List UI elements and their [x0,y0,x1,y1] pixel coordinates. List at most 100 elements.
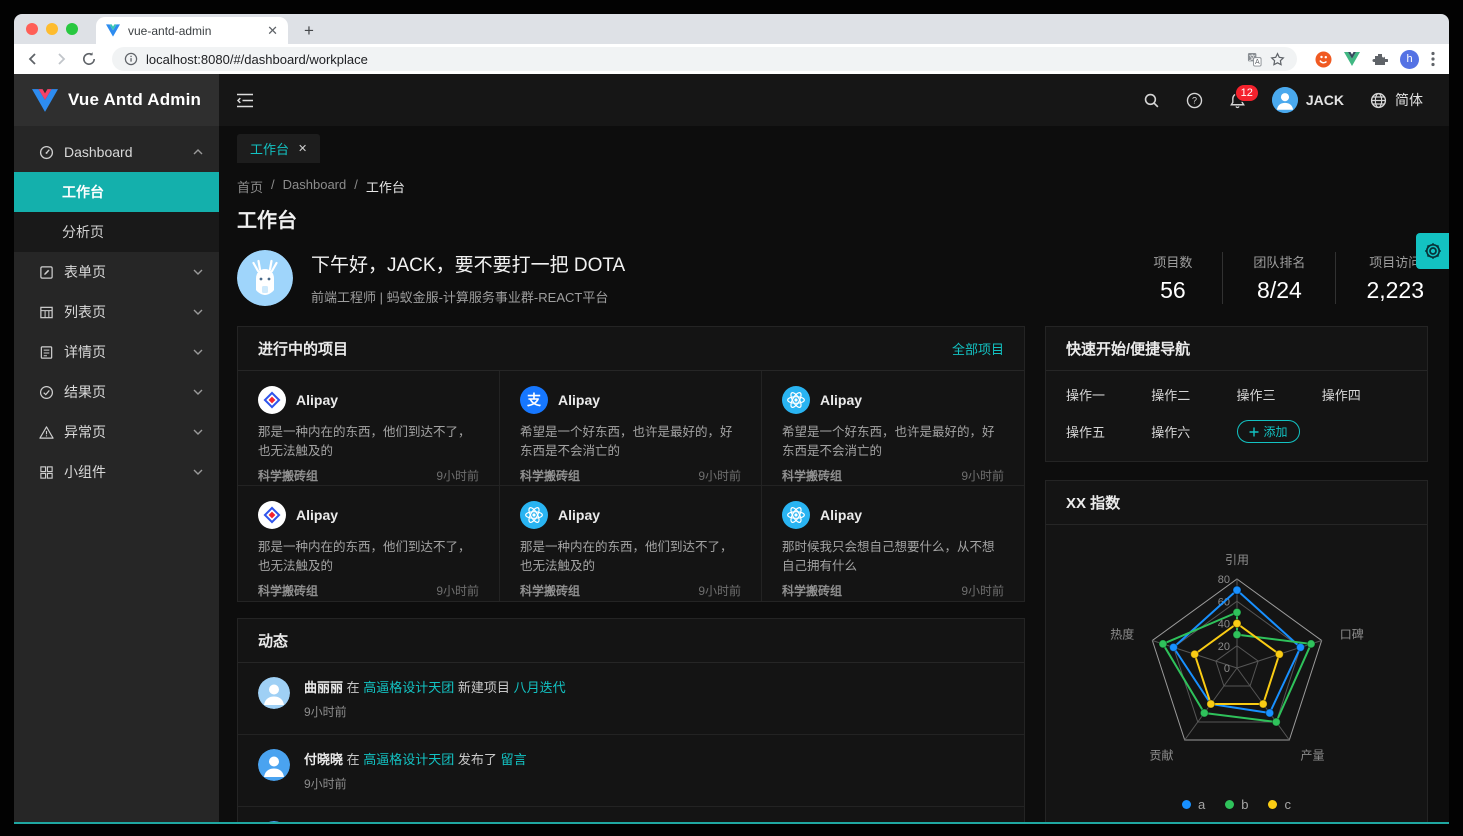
extensions-puzzle-icon[interactable] [1372,51,1388,67]
project-card[interactable]: Alipay 希望是一个好东西，也许是最好的，好东西是不会消亡的 科学搬砖组9小… [762,371,1024,486]
tab-close-icon[interactable]: ✕ [298,142,307,155]
quick-link[interactable]: 操作一 [1066,385,1151,404]
project-title[interactable]: Alipay [820,507,862,523]
search-button[interactable] [1143,92,1160,109]
add-button[interactable]: 添加 [1237,420,1300,443]
sidebar-fold-button[interactable] [219,74,271,126]
user-avatar [1272,87,1298,113]
browser-profile-avatar[interactable]: h [1400,50,1419,69]
user-name: JACK [1306,92,1344,108]
project-desc: 希望是一个好东西，也许是最好的，好东西是不会消亡的 [782,423,1004,461]
sidebar-item-details[interactable]: 详情页 [14,332,219,372]
help-button[interactable]: ? [1186,92,1203,109]
svg-text:80: 80 [1218,574,1230,586]
sidebar-item-results[interactable]: 结果页 [14,372,219,412]
user-menu[interactable]: JACK [1272,87,1344,113]
project-card[interactable]: Alipay 那是一种内在的东西，他们到达不了，也无法触及的 科学搬砖组9小时前 [500,486,762,601]
project-group-link[interactable]: 科学搬砖组 [520,467,580,484]
stat-value: 56 [1153,277,1192,304]
reload-icon[interactable] [80,50,98,68]
activity-target-link[interactable]: 留言 [501,752,527,767]
react-icon [782,501,810,529]
project-group-link[interactable]: 科学搬砖组 [782,582,842,599]
stat-label: 团队排名 [1253,252,1305,271]
sidebar-item-dashboard[interactable]: Dashboard [14,132,219,172]
stat-projects: 项目数 56 [1123,252,1222,304]
quick-link[interactable]: 操作二 [1151,385,1236,404]
browser-urlbar: localhost:8080/#/dashboard/workplace 文A [14,44,1449,74]
project-card[interactable]: Alipay 那是一种内在的东西，他们到达不了，也无法触及的 科学搬砖组9小时前 [238,371,500,486]
notification-badge: 12 [1235,84,1259,102]
project-title[interactable]: Alipay [558,507,600,523]
sidebar-item-workplace[interactable]: 工作台 [14,172,219,212]
site-info-icon[interactable] [124,52,138,66]
vue-devtools-icon[interactable] [1344,52,1360,66]
user-deer-avatar [237,250,293,306]
activity-user[interactable]: 付晓晓 [304,752,343,767]
quick-link[interactable]: 操作六 [1151,422,1236,441]
new-tab-button[interactable]: + [296,18,322,44]
bookmark-star-icon[interactable] [1270,52,1285,67]
sidebar-item-widgets[interactable]: 小组件 [14,452,219,492]
sidebar-item-exceptions[interactable]: 异常页 [14,412,219,452]
page-tab-workplace[interactable]: 工作台 ✕ [237,134,320,163]
sidebar-item-analysis[interactable]: 分析页 [14,212,219,252]
project-title[interactable]: Alipay [820,392,862,408]
extension-orange-icon[interactable] [1315,51,1332,68]
tab-close-icon[interactable]: ✕ [267,24,278,37]
language-switcher[interactable]: 简体 [1370,90,1423,110]
project-card[interactable]: Alipay 那是一种内在的东西，他们到达不了，也无法触及的 科学搬砖组9小时前 [238,486,500,601]
project-group-link[interactable]: 科学搬砖组 [782,467,842,484]
notifications-button[interactable]: 12 [1229,92,1246,109]
breadcrumb-dashboard[interactable]: Dashboard [283,177,347,196]
activity-target-link[interactable]: 八月迭代 [514,680,566,695]
legend-item-a[interactable]: a [1182,797,1205,812]
forward-icon[interactable] [52,50,70,68]
project-card[interactable]: Alipay 那时候我只会想自己想要什么，从不想自己拥有什么 科学搬砖组9小时前 [762,486,1024,601]
browser-menu-kebab-icon[interactable] [1431,51,1435,67]
close-window-button[interactable] [26,23,38,35]
project-title[interactable]: Alipay [296,507,338,523]
project-title[interactable]: Alipay [558,392,600,408]
maximize-window-button[interactable] [66,23,78,35]
activity-avatar [258,821,290,822]
chevron-down-icon [193,389,203,395]
settings-drawer-button[interactable] [1416,233,1449,269]
stat-team-rank: 团队排名 8/24 [1222,252,1335,304]
quick-link[interactable]: 操作三 [1237,385,1322,404]
chevron-up-icon [193,149,203,155]
stat-value: 2,223 [1366,277,1424,304]
url-input[interactable]: localhost:8080/#/dashboard/workplace 文A [112,47,1297,71]
legend-item-c[interactable]: c [1268,797,1291,812]
radar-title: XX 指数 [1066,492,1120,513]
right-column: 快速开始/便捷导航 操作一 操作二 操作三 操作四 操作五 操作六 [1045,326,1428,822]
language-label: 简体 [1395,90,1423,110]
browser-tab[interactable]: vue-antd-admin ✕ [96,17,288,44]
project-desc: 那是一种内在的东西，他们到达不了，也无法触及的 [258,423,479,461]
activity-card: 动态 曲丽丽 在 [237,618,1025,822]
sidebar-item-lists[interactable]: 列表页 [14,292,219,332]
project-title[interactable]: Alipay [296,392,338,408]
project-group-link[interactable]: 科学搬砖组 [258,467,318,484]
activity-time: 9小时前 [304,775,527,792]
sidebar-item-forms[interactable]: 表单页 [14,252,219,292]
brand-logo[interactable]: Vue Antd Admin [14,74,219,126]
activity-group-link[interactable]: 高逼格设计天团 [363,752,454,767]
translate-icon[interactable]: 文A [1247,52,1262,67]
minimize-window-button[interactable] [46,23,58,35]
legend-item-b[interactable]: b [1225,797,1248,812]
project-group-link[interactable]: 科学搬砖组 [258,582,318,599]
quick-link[interactable]: 操作四 [1322,385,1407,404]
quick-link[interactable]: 操作五 [1066,422,1151,441]
project-card[interactable]: 支Alipay 希望是一个好东西，也许是最好的，好东西是不会消亡的 科学搬砖组9… [500,371,762,486]
project-group-link[interactable]: 科学搬砖组 [520,582,580,599]
activity-user[interactable]: 曲丽丽 [304,680,343,695]
gear-icon [1423,241,1443,261]
view-all-projects-link[interactable]: 全部项目 [952,339,1004,358]
back-icon[interactable] [24,50,42,68]
warning-icon [38,424,54,440]
breadcrumb: 首页 / Dashboard / 工作台 [237,177,1428,196]
activity-group-link[interactable]: 高逼格设计天团 [363,680,454,695]
breadcrumb-current: 工作台 [366,177,405,196]
breadcrumb-home[interactable]: 首页 [237,177,263,196]
